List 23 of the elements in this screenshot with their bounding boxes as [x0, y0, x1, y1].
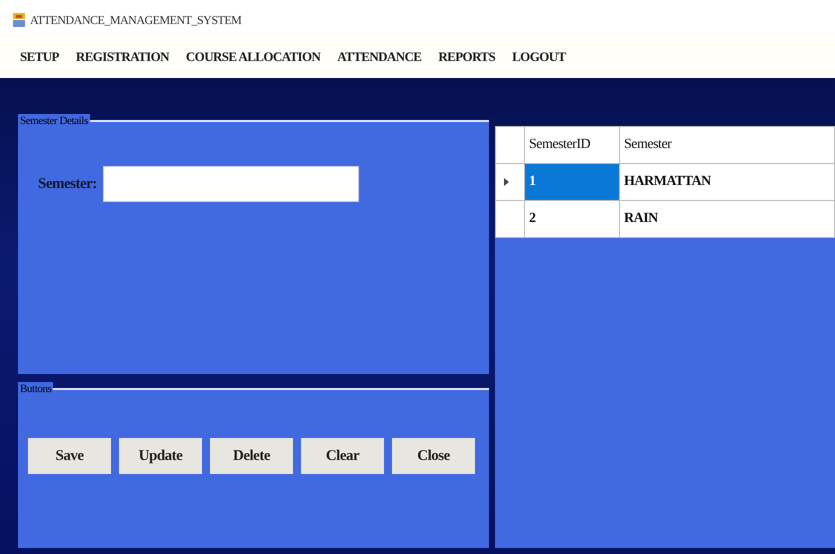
row-header — [496, 126, 524, 164]
action-button[interactable]: Clear — [301, 438, 384, 474]
table-cell[interactable]: 2 — [524, 200, 620, 238]
action-button[interactable]: Save — [28, 438, 111, 474]
table-cell[interactable]: HARMATTAN — [620, 164, 834, 200]
menu-item[interactable]: ATTENDANCE — [337, 49, 422, 65]
column-header[interactable]: Semester — [620, 126, 834, 164]
row-pointer-icon — [504, 178, 509, 186]
menu-item[interactable]: REGISTRATION — [76, 49, 169, 65]
action-button[interactable]: Close — [392, 438, 475, 474]
app-icon — [12, 12, 26, 28]
menu-item[interactable]: SETUP — [20, 49, 59, 65]
menu-item[interactable]: LOGOUT — [512, 49, 566, 65]
row-header[interactable] — [496, 200, 524, 238]
action-button[interactable]: Delete — [210, 438, 293, 474]
window-title: ATTENDANCE_MANAGEMENT_SYSTEM — [30, 12, 242, 28]
table-cell[interactable]: 1 — [524, 164, 620, 200]
menu-item[interactable]: REPORTS — [438, 49, 496, 65]
field-label: Semester: — [38, 176, 97, 192]
table-cell[interactable]: RAIN — [620, 200, 834, 238]
semester-field[interactable] — [102, 166, 359, 202]
menu-item[interactable]: COURSE ALLOCATION — [186, 49, 320, 65]
action-button[interactable]: Update — [119, 438, 202, 474]
